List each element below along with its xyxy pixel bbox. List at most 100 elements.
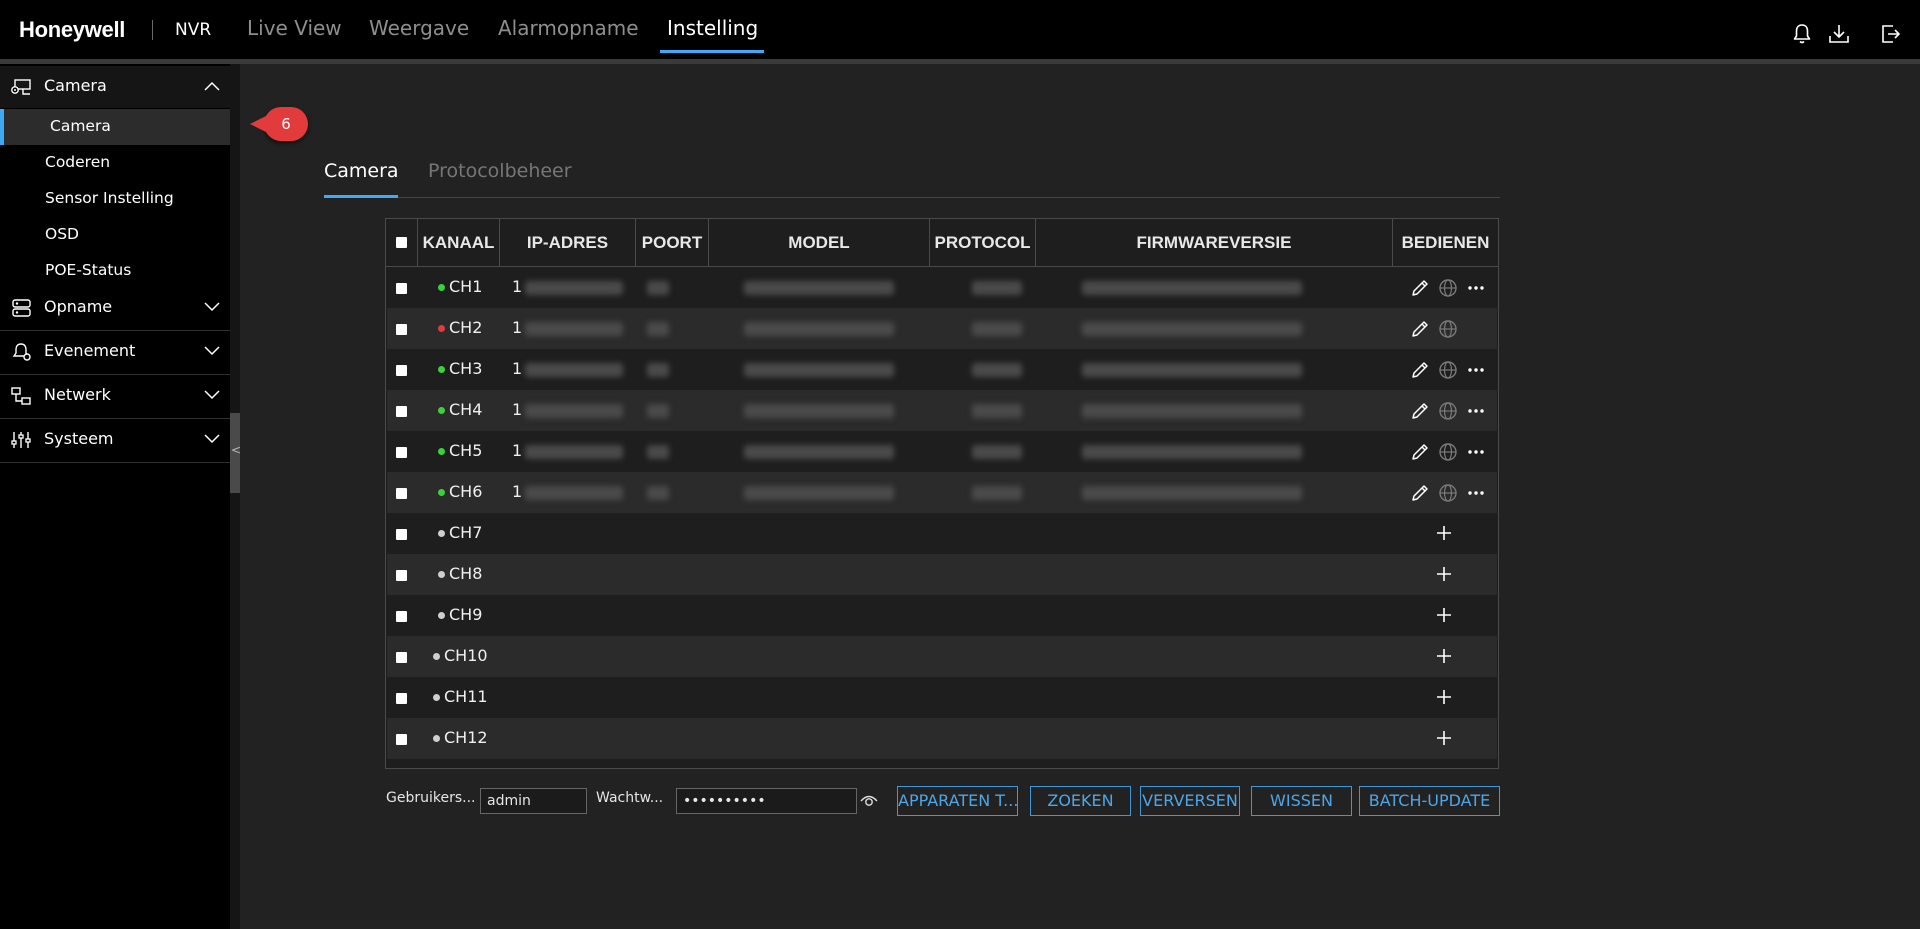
sidebar-section-label: Camera: [44, 76, 107, 95]
row-checkbox[interactable]: [396, 324, 407, 335]
more-icon[interactable]: [1465, 400, 1487, 422]
table-row[interactable]: CH9: [387, 595, 1497, 636]
channel-name: CH12: [444, 728, 488, 747]
web-icon[interactable]: [1437, 400, 1459, 422]
show-password-icon[interactable]: [860, 791, 878, 809]
sidebar-item-coderen[interactable]: Coderen: [0, 145, 230, 181]
batch-update-button[interactable]: BATCH-UPDATE: [1359, 786, 1500, 816]
sidebar-section-opname[interactable]: Opname: [0, 287, 230, 329]
web-icon[interactable]: [1437, 318, 1459, 340]
table-row[interactable]: CH6 1: [387, 472, 1497, 513]
status-dot: [438, 448, 445, 455]
more-icon[interactable]: [1465, 277, 1487, 299]
status-dot: [438, 407, 445, 414]
table-row[interactable]: CH11: [387, 267, 1497, 308]
apparaten-toevoegen-button[interactable]: APPARATEN T...: [897, 786, 1018, 816]
sidebar-item-camera[interactable]: Camera: [0, 109, 230, 145]
username-input[interactable]: [480, 788, 587, 814]
row-checkbox[interactable]: [396, 365, 407, 376]
redacted-value: [647, 445, 669, 459]
add-icon[interactable]: [1432, 685, 1456, 709]
row-checkbox[interactable]: [396, 652, 407, 663]
tab-camera[interactable]: Camera: [324, 160, 399, 182]
column-header-poort[interactable]: POORT: [636, 219, 709, 266]
web-icon[interactable]: [1437, 359, 1459, 381]
sidebar-item-label: Coderen: [45, 153, 111, 171]
wissen-button[interactable]: WISSEN: [1251, 786, 1352, 816]
redacted-value: [1082, 486, 1302, 500]
status-dot: [438, 284, 445, 291]
tab-instelling[interactable]: Instelling: [667, 16, 758, 40]
redacted-value: [744, 404, 894, 418]
web-icon[interactable]: [1437, 482, 1459, 504]
sidebar-collapse-handle[interactable]: <: [230, 413, 242, 493]
add-icon[interactable]: [1432, 644, 1456, 668]
active-item-indicator: [0, 109, 4, 145]
row-checkbox[interactable]: [396, 529, 407, 540]
sidebar-section-netwerk[interactable]: Netwerk: [0, 375, 230, 417]
table-row[interactable]: CH12: [387, 718, 1497, 759]
row-checkbox[interactable]: [396, 283, 407, 294]
tab-live-view[interactable]: Live View: [247, 16, 342, 40]
more-icon[interactable]: [1465, 359, 1487, 381]
web-icon[interactable]: [1437, 441, 1459, 463]
table-row[interactable]: CH11: [387, 677, 1497, 718]
edit-icon[interactable]: [1409, 400, 1431, 422]
chevron-down-icon: [204, 434, 220, 444]
edit-icon[interactable]: [1409, 441, 1431, 463]
more-icon[interactable]: [1465, 441, 1487, 463]
row-checkbox[interactable]: [396, 406, 407, 417]
sidebar-item-poe-status[interactable]: POE-Status: [0, 253, 230, 289]
table-row[interactable]: CH10: [387, 636, 1497, 677]
sidebar-section-camera[interactable]: Camera: [0, 66, 230, 108]
edit-icon[interactable]: [1409, 359, 1431, 381]
edit-icon[interactable]: [1409, 277, 1431, 299]
bell-icon[interactable]: [1790, 22, 1814, 46]
row-checkbox[interactable]: [396, 488, 407, 499]
verversen-button[interactable]: VERVERSEN: [1140, 786, 1240, 816]
row-checkbox[interactable]: [396, 611, 407, 622]
edit-icon[interactable]: [1409, 318, 1431, 340]
sidebar-section-systeem[interactable]: Systeem: [0, 419, 230, 461]
column-header-kanaal[interactable]: KANAAL: [418, 219, 500, 266]
redacted-value: [1082, 322, 1302, 336]
column-header-ip-adres[interactable]: IP-ADRES: [500, 219, 636, 266]
add-icon[interactable]: [1432, 603, 1456, 627]
sidebar-section-evenement[interactable]: Evenement: [0, 331, 230, 373]
tab-weergave[interactable]: Weergave: [369, 16, 469, 40]
tab-bar-divider: [324, 197, 1500, 198]
select-all-checkbox[interactable]: [396, 237, 407, 248]
ip-address-prefix: 1: [512, 482, 523, 501]
more-icon[interactable]: [1465, 482, 1487, 504]
edit-icon[interactable]: [1409, 482, 1431, 504]
add-icon[interactable]: [1432, 726, 1456, 750]
column-header-protocol[interactable]: PROTOCOL: [930, 219, 1036, 266]
sidebar-item-sensor-instelling[interactable]: Sensor Instelling: [0, 181, 230, 217]
brand-logo: Honeywell: [19, 17, 126, 42]
zoeken-button[interactable]: ZOEKEN: [1030, 786, 1131, 816]
table-row[interactable]: CH3 1: [387, 349, 1497, 390]
row-checkbox[interactable]: [396, 447, 407, 458]
table-row[interactable]: CH5 1: [387, 431, 1497, 472]
web-icon[interactable]: [1437, 277, 1459, 299]
row-checkbox[interactable]: [396, 570, 407, 581]
collapse-glyph: <: [231, 443, 242, 457]
row-checkbox[interactable]: [396, 693, 407, 704]
table-row[interactable]: CH2 1: [387, 308, 1497, 349]
password-input[interactable]: [676, 788, 857, 814]
add-icon[interactable]: [1432, 521, 1456, 545]
row-checkbox[interactable]: [396, 734, 407, 745]
tab-protocolbeheer[interactable]: Protocolbeheer: [428, 160, 572, 182]
column-header-firmwareversie[interactable]: FIRMWAREVERSIE: [1036, 219, 1393, 266]
table-row[interactable]: CH7: [387, 513, 1497, 554]
column-header-model[interactable]: MODEL: [709, 219, 930, 266]
redacted-value: [972, 363, 1022, 377]
add-icon[interactable]: [1432, 562, 1456, 586]
table-row[interactable]: CH4 1: [387, 390, 1497, 431]
channel-name: CH2: [449, 318, 483, 337]
sidebar-item-osd[interactable]: OSD: [0, 217, 230, 253]
logout-icon[interactable]: [1879, 22, 1903, 46]
download-icon[interactable]: [1827, 22, 1851, 46]
tab-alarmopname[interactable]: Alarmopname: [498, 16, 639, 40]
table-row[interactable]: CH8: [387, 554, 1497, 595]
